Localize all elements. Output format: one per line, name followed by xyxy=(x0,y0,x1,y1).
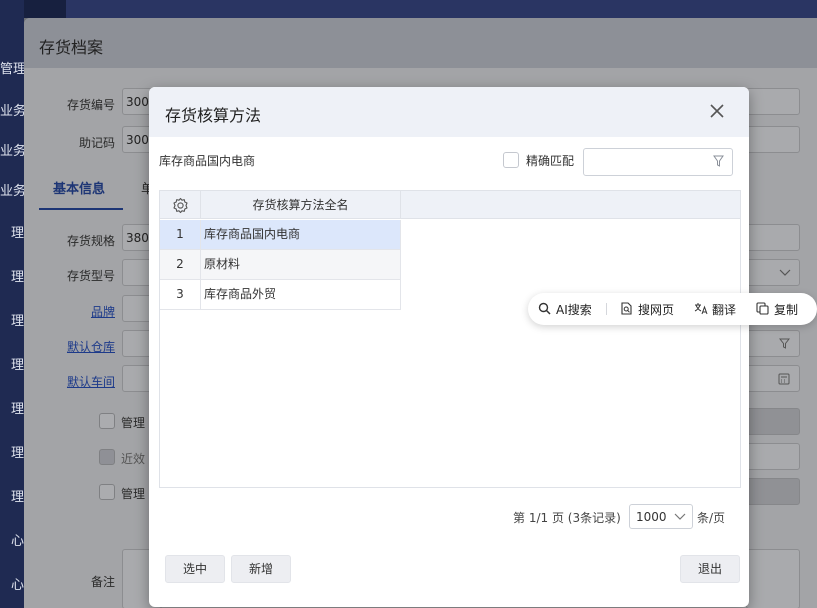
tab-basic-info[interactable]: 基本信息 xyxy=(53,178,105,197)
row-name: 库存商品外贸 xyxy=(204,287,277,301)
top-bar-tab xyxy=(24,0,66,18)
filter-icon xyxy=(779,338,790,349)
field-right-2[interactable] xyxy=(746,126,800,153)
default-warehouse-link[interactable]: 默认仓库 xyxy=(35,338,115,355)
sidebar-item[interactable]: 理 xyxy=(0,266,24,285)
row-number: 3 xyxy=(160,280,201,309)
manage-check-2-label: 管理 xyxy=(121,487,146,501)
results-table: 存货核算方法全名 1 库存商品国内电商 2 原材料 3 库存商品外贸 xyxy=(159,190,741,488)
manage-check-1-label: 管理 xyxy=(121,416,146,430)
sidebar-item[interactable]: 理 xyxy=(0,222,24,241)
sidebar-item[interactable]: 心 xyxy=(0,530,24,549)
model-select-right[interactable] xyxy=(746,259,800,286)
ai-search-label: AI搜索 xyxy=(556,303,592,317)
table-header: 存货核算方法全名 xyxy=(160,191,740,219)
table-row[interactable]: 1 库存商品国内电商 xyxy=(160,220,401,250)
disabled-field-2 xyxy=(746,478,800,505)
selection-toolbar: AI搜索 搜网页 翻译 复制 xyxy=(528,293,817,325)
gear-icon xyxy=(173,197,188,214)
manage-checkbox-2[interactable] xyxy=(99,484,115,500)
app-sidebar: 管理 业务 业务 业务 理 理 理 理 理 理 理 心 心 xyxy=(0,18,24,608)
field-right-1[interactable] xyxy=(746,88,800,115)
dialog-title: 存货核算方法 xyxy=(165,106,262,125)
page-size-select[interactable]: 1000 xyxy=(629,504,693,529)
copy-label: 复制 xyxy=(774,303,799,317)
close-button[interactable] xyxy=(707,101,727,121)
window-title: 存货档案 xyxy=(39,38,104,57)
calculator-icon xyxy=(778,373,790,385)
select-button[interactable]: 选中 xyxy=(165,555,225,583)
column-header-fullname[interactable]: 存货核算方法全名 xyxy=(201,191,401,219)
near-expiry-checkbox[interactable] xyxy=(99,449,115,465)
sidebar-item[interactable]: 业务 xyxy=(0,140,24,159)
row-name: 原材料 xyxy=(204,257,241,271)
row-number: 1 xyxy=(160,220,201,249)
default-workshop-link[interactable]: 默认车间 xyxy=(35,373,115,390)
search-icon xyxy=(538,302,551,315)
dialog-header: 存货核算方法 xyxy=(149,87,749,137)
filter-icon[interactable] xyxy=(713,155,724,167)
code-label: 存货编号 xyxy=(66,98,115,112)
sidebar-item[interactable]: 理 xyxy=(0,398,24,417)
sidebar-item[interactable]: 业务 xyxy=(0,100,24,119)
sidebar-item[interactable]: 业务 xyxy=(0,180,24,199)
add-button[interactable]: 新增 xyxy=(231,555,291,583)
model-label: 存货型号 xyxy=(66,269,115,283)
row-number: 2 xyxy=(160,250,201,279)
sidebar-item[interactable]: 理 xyxy=(0,442,24,461)
exit-button[interactable]: 退出 xyxy=(680,555,740,583)
page-size-unit: 条/页 xyxy=(697,511,726,525)
cell-border xyxy=(400,220,401,250)
brand-link[interactable]: 品牌 xyxy=(35,303,115,320)
cell-border xyxy=(400,280,401,310)
sidebar-item[interactable]: 理 xyxy=(0,310,24,329)
translate-label: 翻译 xyxy=(712,303,737,317)
pager-summary: 第 1/1 页 (3条记录) xyxy=(513,511,621,525)
table-row[interactable]: 2 原材料 xyxy=(160,250,401,280)
workshop-calc-right[interactable] xyxy=(746,365,800,392)
filter-keyword: 库存商品国内电商 xyxy=(159,154,256,168)
cell-border xyxy=(400,250,401,280)
chevron-down-icon xyxy=(674,513,686,520)
remark-right[interactable] xyxy=(746,549,800,608)
search-web-label: 搜网页 xyxy=(638,303,675,317)
sidebar-item[interactable]: 理 xyxy=(0,486,24,505)
app-top-bar xyxy=(0,0,817,18)
toolbar-divider xyxy=(606,303,607,315)
column-settings-button[interactable] xyxy=(160,191,201,219)
sidebar-item[interactable]: 心 xyxy=(0,574,24,593)
warehouse-filter-right[interactable] xyxy=(746,330,800,357)
chevron-down-icon xyxy=(779,269,791,276)
near-expiry-label: 近效 xyxy=(121,452,146,466)
disabled-field-1 xyxy=(746,408,800,435)
mnemonic-label: 助记码 xyxy=(78,136,115,150)
manage-checkbox-1[interactable] xyxy=(99,413,115,429)
tab-active-indicator xyxy=(39,208,123,210)
page-size-value: 1000 xyxy=(636,510,667,524)
search-input[interactable] xyxy=(583,148,733,176)
table-row[interactable]: 3 库存商品外贸 xyxy=(160,280,401,310)
translate-icon xyxy=(694,303,708,315)
spec-label: 存货规格 xyxy=(66,234,115,248)
accounting-method-dialog: 存货核算方法 库存商品国内电商 精确匹配 存货核算方法全名 1 库存商品国内电商… xyxy=(149,87,749,607)
web-search-icon xyxy=(621,302,632,315)
sidebar-item[interactable]: 理 xyxy=(0,354,24,373)
exact-match-checkbox[interactable] xyxy=(503,152,519,168)
copy-icon xyxy=(756,302,769,315)
field-right-4[interactable] xyxy=(746,443,800,470)
top-bar-strip xyxy=(66,0,817,18)
remark-label: 备注 xyxy=(90,575,115,589)
field-right-3[interactable] xyxy=(746,224,800,251)
sidebar-item[interactable]: 管理 xyxy=(0,58,24,77)
row-name: 库存商品国内电商 xyxy=(204,227,301,241)
exact-match-label: 精确匹配 xyxy=(526,154,575,168)
close-icon xyxy=(710,104,724,118)
window-title-bar: 存货档案 xyxy=(24,18,817,68)
